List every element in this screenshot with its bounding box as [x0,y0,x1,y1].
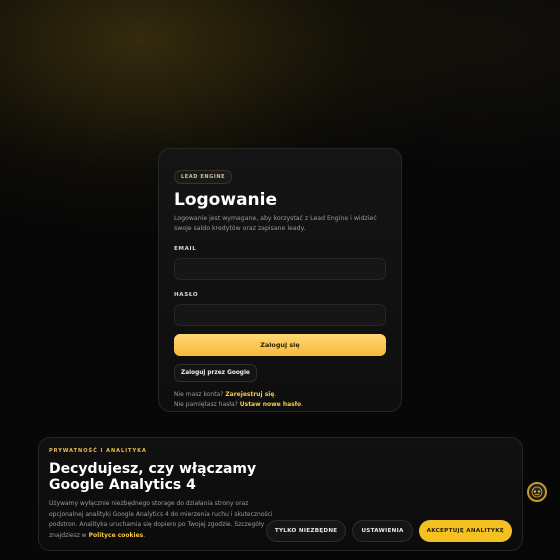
page-title: Logowanie [174,190,277,210]
cookie-title: Decydujesz, czy włączamy Google Analytic… [49,461,257,493]
cookie-text-end: . [143,531,146,539]
necessary-only-button[interactable]: TYLKO NIEZBĘDNE [265,520,347,542]
login-description: Logowanie jest wymagane, aby korzystać z… [174,215,377,232]
cookie-eyebrow: PRYWATNOŚĆ I ANALITYKA [49,448,147,454]
reset-password-link[interactable]: Ustaw nowe hasło [240,401,301,408]
cookie-policy-link[interactable]: Polityce cookies [89,532,144,539]
email-field[interactable] [174,258,386,280]
account-links: Nie masz konta? Zarejestruj się. Nie pam… [174,390,386,409]
email-label: EMAIL [174,246,197,252]
password-label: HASŁO [174,292,199,298]
register-prompt: Nie masz konta? [174,391,224,398]
login-button[interactable]: Zaloguj się [174,334,386,356]
cookie-settings-button[interactable]: USTAWIENIA [352,520,413,542]
cookie-actions: TYLKO NIEZBĘDNE USTAWIENIA AKCEPTUJĘ ANA… [265,520,512,542]
google-login-button[interactable]: Zaloguj przez Google [174,364,257,382]
assistant-avatar-icon[interactable] [527,482,547,502]
cookie-text: Używamy wyłącznie niezbędnego storage do… [49,500,273,539]
register-row: Nie masz konta? Zarejestruj się. [174,391,277,398]
robot-face-icon [531,486,543,498]
cookie-description: Używamy wyłącznie niezbędnego storage do… [49,499,281,541]
reset-row: Nie pamiętasz hasła? Ustaw nowe hasło. [174,400,303,408]
accept-analytics-button[interactable]: AKCEPTUJĘ ANALITYKĘ [418,520,512,542]
cookie-banner: PRYWATNOŚĆ I ANALITYKA Decydujesz, czy w… [38,437,523,551]
login-card: LEAD ENGINE Logowanie Logowanie jest wym… [158,148,402,412]
password-field[interactable] [174,304,386,326]
reset-prompt: Nie pamiętasz hasła? [174,400,238,408]
brand-badge: LEAD ENGINE [174,170,233,184]
register-link[interactable]: Zarejestruj się [225,391,274,398]
